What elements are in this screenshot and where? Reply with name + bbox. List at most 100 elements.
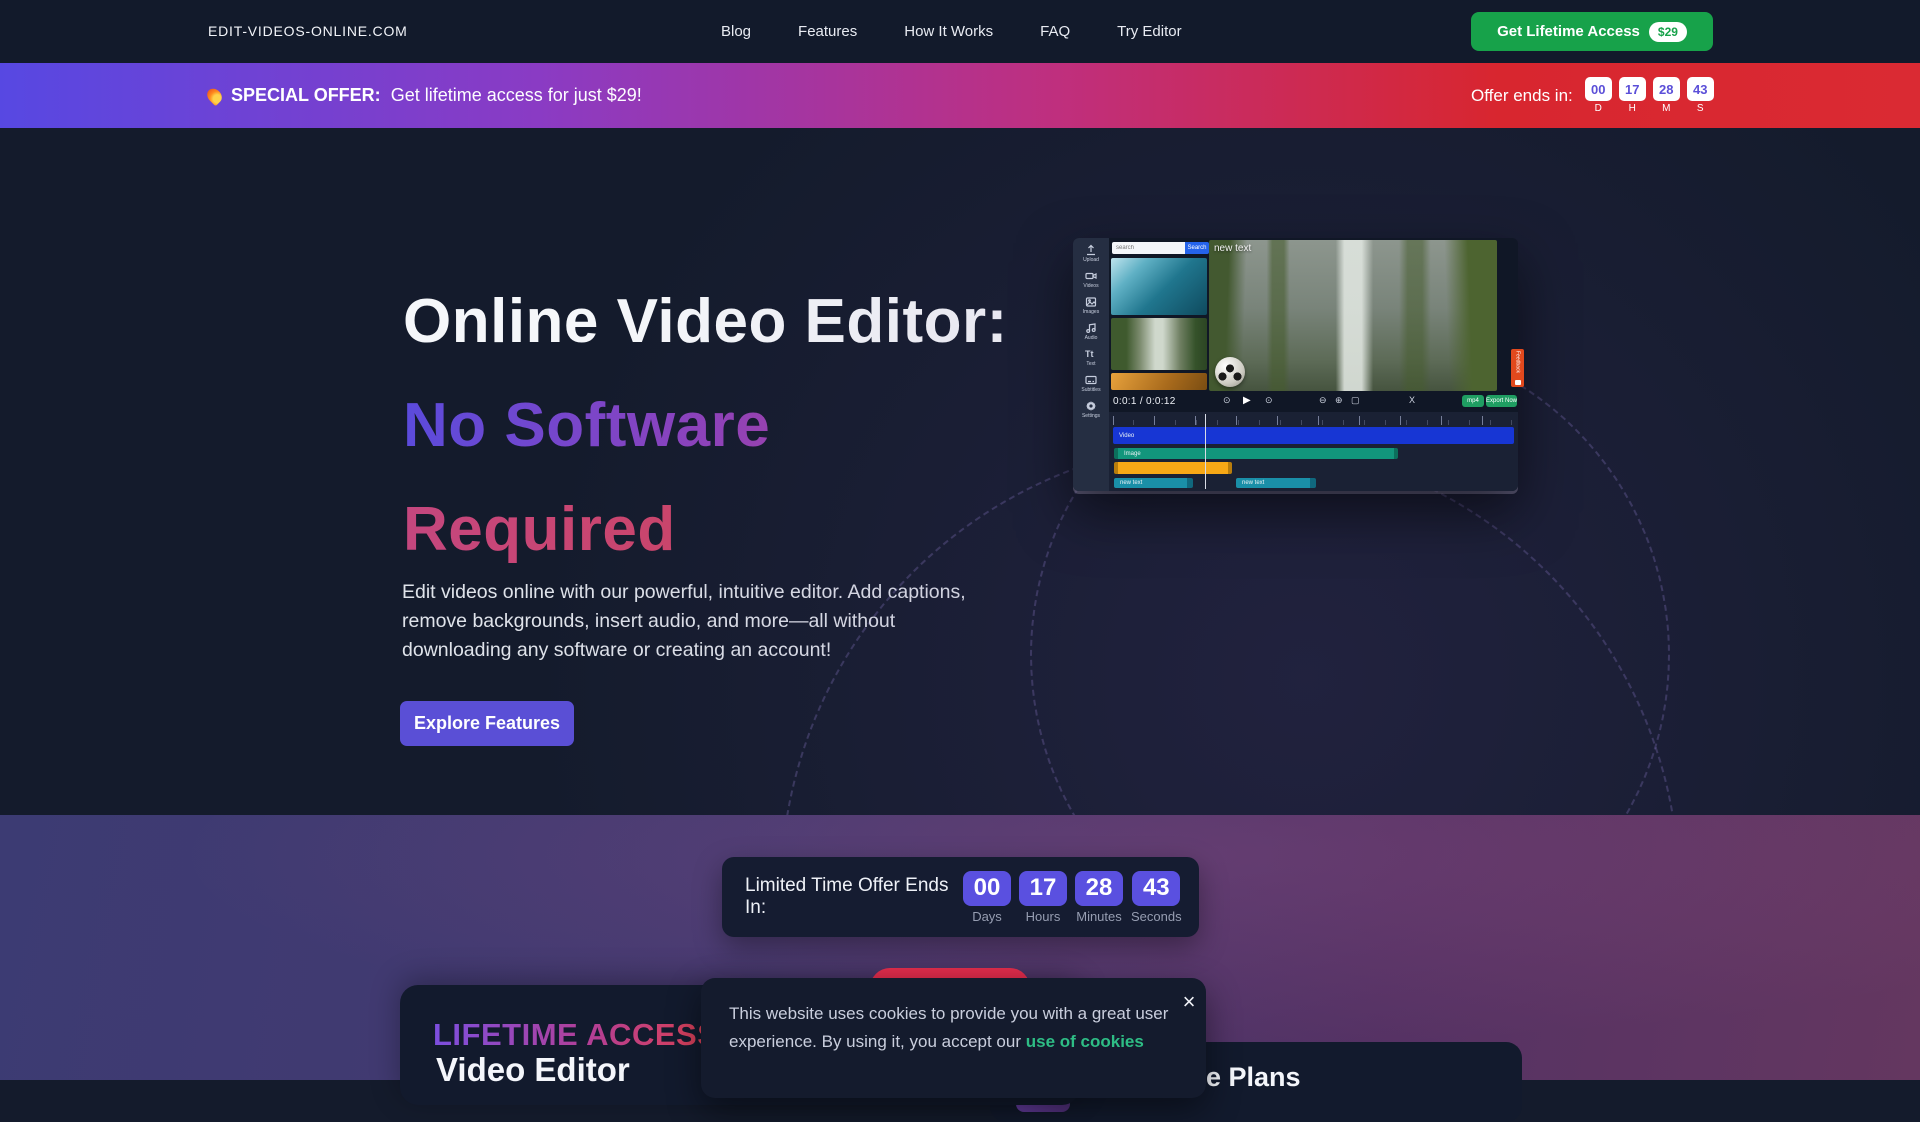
video-camera-icon (1085, 270, 1097, 282)
subtitles-icon (1085, 374, 1097, 386)
zoom-in-icon[interactable]: ⊕ (1335, 395, 1343, 406)
text-icon: Tt (1085, 348, 1097, 360)
countdown-minutes: 28 M (1653, 77, 1680, 114)
playhead[interactable] (1205, 414, 1206, 489)
countdown-days: 00 D (1585, 77, 1612, 114)
editor-toolbar: 0:0:1 / 0:0:12 ⊙ ▶ ⊙ ⊖ ⊕ ▢ X mp4 Export … (1109, 393, 1518, 411)
image-icon (1085, 296, 1097, 308)
media-search-button[interactable]: Search (1185, 242, 1209, 254)
preview-ball-sticker[interactable] (1215, 357, 1245, 387)
format-select-button[interactable]: mp4 (1462, 395, 1484, 407)
special-offer-banner: SPECIAL OFFER: Get lifetime access for j… (0, 63, 1920, 128)
media-search-input[interactable] (1112, 242, 1185, 254)
card-days-unit: Days (972, 909, 1002, 924)
step-forward-icon[interactable]: ⊙ (1265, 395, 1273, 406)
media-thumbnail-3[interactable] (1111, 373, 1207, 390)
editor-tab-audio[interactable]: Audio (1085, 322, 1098, 341)
fit-view-icon[interactable]: ▢ (1351, 395, 1360, 406)
card-days-value: 00 (963, 871, 1011, 906)
countdown-hours-value: 17 (1619, 77, 1646, 101)
nav-link-blog[interactable]: Blog (721, 23, 751, 40)
gear-icon (1085, 400, 1097, 412)
upload-icon (1085, 244, 1097, 256)
card-countdown-minutes: 28 Minutes (1075, 871, 1123, 924)
banner-countdown: 00 D 17 H 28 M 43 S (1585, 77, 1714, 114)
delete-icon[interactable]: X (1409, 395, 1415, 405)
editor-tab-settings[interactable]: Settings (1082, 400, 1100, 419)
title-line-1: Online Video Editor: (403, 270, 1008, 374)
limited-offer-countdown-card: Limited Time Offer Ends In: 00 Days 17 H… (722, 857, 1199, 937)
countdown-days-value: 00 (1585, 77, 1612, 101)
title-line-2: No Software (403, 374, 1008, 478)
card-seconds-value: 43 (1132, 871, 1180, 906)
editor-tab-videos[interactable]: Videos (1083, 270, 1098, 289)
cta-label: Get Lifetime Access (1497, 23, 1640, 40)
card-countdown-days: 00 Days (963, 871, 1011, 924)
editor-tab-subtitles[interactable]: Subtitles (1081, 374, 1100, 393)
preview-text-overlay[interactable]: new text (1214, 243, 1251, 254)
video-track[interactable]: Video (1113, 427, 1514, 444)
card-minutes-value: 28 (1075, 871, 1123, 906)
offer-message: Get lifetime access for just $29! (391, 85, 642, 106)
explore-features-button[interactable]: Explore Features (400, 701, 574, 746)
nav-links: Blog Features How It Works FAQ Try Edito… (721, 0, 1182, 63)
pricing-plan-title: Video Editor (436, 1051, 630, 1089)
countdown-card-cells: 00 Days 17 Hours 28 Minutes 43 Seconds (963, 871, 1182, 924)
lifetime-access-eyebrow: LIFETIME ACCESS (433, 1017, 718, 1053)
card-minutes-unit: Minutes (1076, 909, 1122, 924)
preview-canvas[interactable]: new text (1209, 240, 1497, 391)
play-icon[interactable]: ▶ (1243, 395, 1251, 406)
countdown-days-unit: D (1595, 103, 1602, 114)
navbar: EDIT-VIDEOS-ONLINE.COM Blog Features How… (0, 0, 1920, 63)
offer-message-group: SPECIAL OFFER: Get lifetime access for j… (208, 63, 642, 128)
price-badge: $29 (1649, 22, 1687, 42)
card-countdown-hours: 17 Hours (1019, 871, 1067, 924)
music-note-icon (1085, 322, 1097, 334)
nav-link-how-it-works[interactable]: How It Works (904, 23, 993, 40)
offer-label: SPECIAL OFFER: (231, 85, 381, 106)
countdown-card-label: Limited Time Offer Ends In: (745, 875, 963, 919)
site-logo[interactable]: EDIT-VIDEOS-ONLINE.COM (208, 23, 408, 39)
fire-icon (204, 85, 225, 106)
page-title: Online Video Editor: No Software Require… (403, 270, 1008, 582)
export-now-button[interactable]: Export Now (1486, 395, 1517, 407)
time-display: 0:0:1 / 0:0:12 (1113, 396, 1176, 407)
countdown-hours-unit: H (1629, 103, 1636, 114)
step-back-icon[interactable]: ⊙ (1223, 395, 1231, 406)
text-clip-1[interactable]: new text (1114, 478, 1193, 488)
card-hours-unit: Hours (1026, 909, 1061, 924)
countdown-minutes-value: 28 (1653, 77, 1680, 101)
countdown-hours: 17 H (1619, 77, 1646, 114)
media-thumbnail-2[interactable] (1111, 318, 1207, 370)
editor-tab-images[interactable]: Images (1083, 296, 1099, 315)
hero-section: Online Video Editor: No Software Require… (0, 128, 1920, 815)
countdown-minutes-unit: M (1662, 103, 1670, 114)
text-clip-2[interactable]: new text (1236, 478, 1316, 488)
timeline: Video Image new text new text (1109, 412, 1518, 491)
nav-link-try-editor[interactable]: Try Editor (1117, 23, 1181, 40)
countdown-seconds-unit: S (1697, 103, 1704, 114)
nav-link-faq[interactable]: FAQ (1040, 23, 1070, 40)
zoom-out-icon[interactable]: ⊖ (1319, 395, 1327, 406)
decor-circle-large (780, 440, 1680, 815)
timeline-ruler[interactable] (1113, 414, 1514, 425)
use-of-cookies-link[interactable]: use of cookies (1026, 1032, 1144, 1051)
title-line-3: Required (403, 478, 1008, 582)
get-lifetime-access-button[interactable]: Get Lifetime Access $29 (1471, 12, 1713, 51)
offer-ends-label: Offer ends in: (1471, 86, 1573, 106)
nav-link-features[interactable]: Features (798, 23, 857, 40)
media-thumbnail-1[interactable] (1111, 258, 1207, 315)
feedback-tab[interactable]: Feedback (1511, 349, 1524, 387)
countdown-seconds-value: 43 (1687, 77, 1714, 101)
hero-description: Edit videos online with our powerful, in… (402, 578, 992, 665)
editor-tab-text[interactable]: Tt Text (1085, 348, 1097, 367)
image-track[interactable]: Image (1114, 448, 1398, 459)
card-countdown-seconds: 43 Seconds (1131, 871, 1182, 924)
close-icon[interactable]: × (1177, 990, 1201, 1014)
cookie-consent-banner: This website uses cookies to provide you… (701, 978, 1206, 1098)
svg-text:Tt: Tt (1085, 349, 1094, 359)
audio-track[interactable] (1114, 462, 1232, 474)
card-seconds-unit: Seconds (1131, 909, 1182, 924)
editor-tab-upload[interactable]: Upload (1083, 244, 1099, 263)
card-hours-value: 17 (1019, 871, 1067, 906)
